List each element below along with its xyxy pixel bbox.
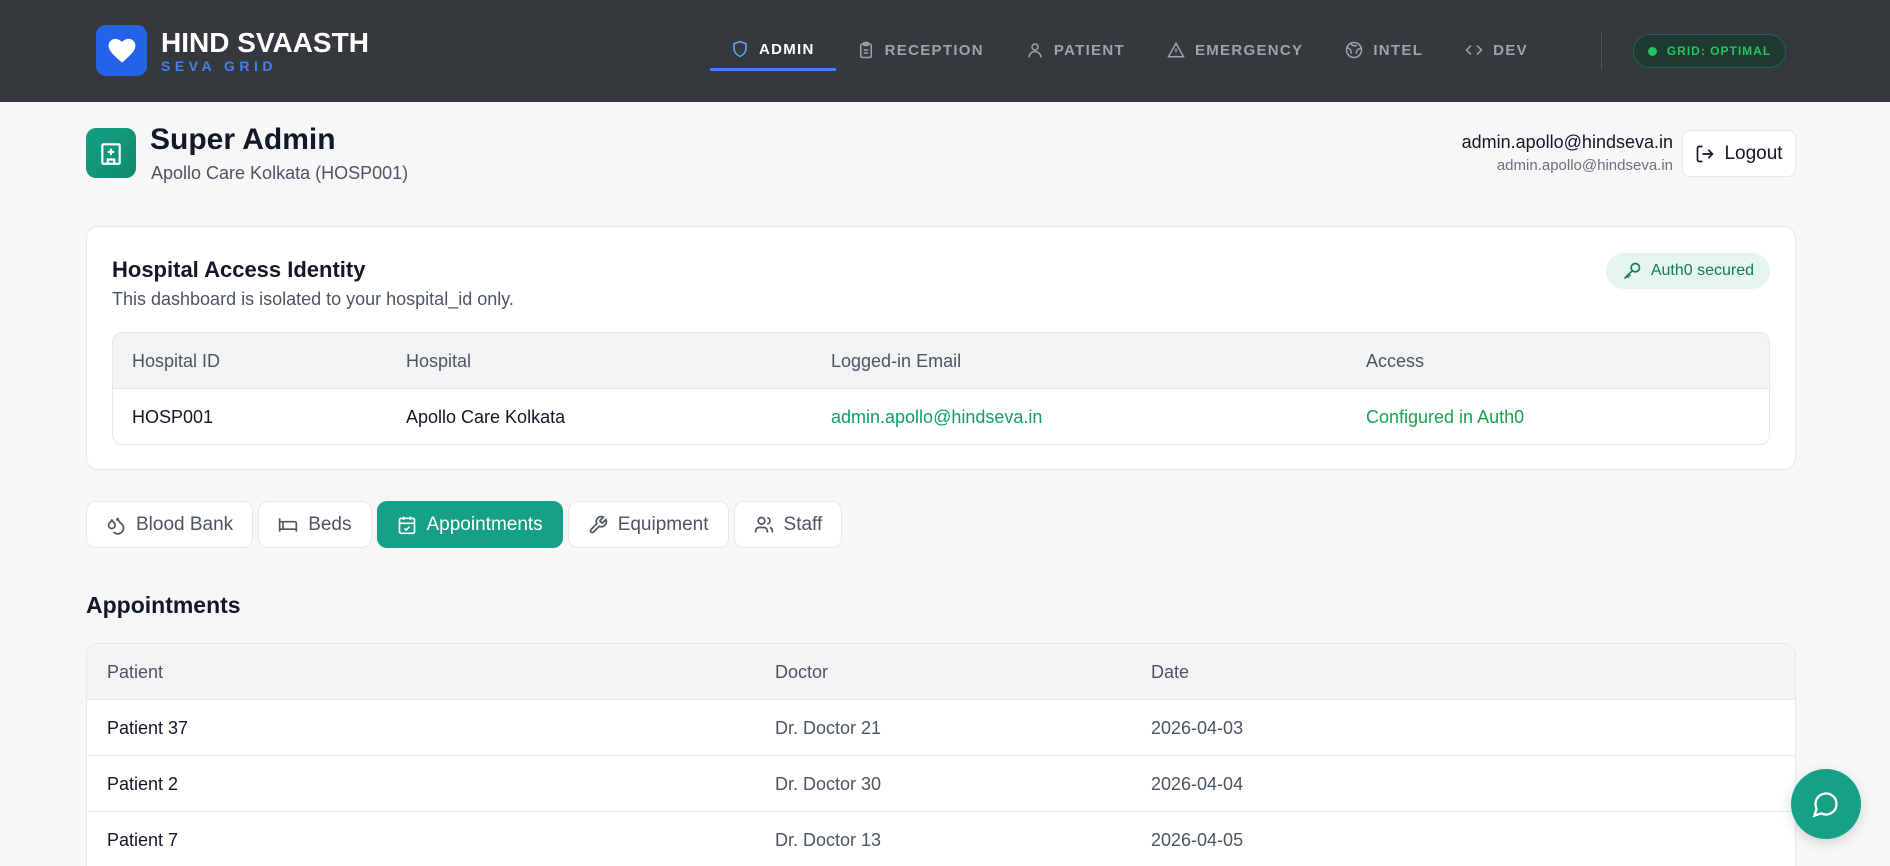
alert-triangle-icon [1167, 41, 1185, 58]
column-header: Doctor [775, 661, 829, 682]
shield-icon [733, 40, 747, 58]
tab-staff[interactable]: Staff [733, 501, 843, 548]
brand[interactable]: HIND SVAASTH SEVA GRID [96, 25, 369, 76]
table-row[interactable]: Patient 2 Dr. Doctor 30 2026-04-04 [87, 756, 1795, 812]
nav-dev-label: DEV [1493, 41, 1528, 59]
nav-patient-label: PATIENT [1053, 41, 1125, 59]
hospital-icon [86, 128, 136, 178]
nav-reception-label: RECEPTION [884, 41, 984, 59]
auth-badge: Auth0 secured [1605, 253, 1770, 289]
grid-status-label: GRID: OPTIMAL [1666, 44, 1772, 58]
column-header: Hospital ID [132, 350, 221, 371]
droplet-icon [107, 517, 125, 535]
nav-patient[interactable]: PATIENT [1005, 30, 1146, 70]
nav-emergency-label: EMERGENCY [1194, 41, 1304, 59]
tab-staff-label: Staff [783, 513, 823, 535]
hospital-identity-card: Hospital Access Identity This dashboard … [86, 226, 1796, 470]
tab-beds-label: Beds [308, 513, 352, 535]
nav-emergency[interactable]: EMERGENCY [1146, 30, 1324, 70]
user-icon [1028, 43, 1042, 58]
nav-dev[interactable]: DEV [1444, 30, 1549, 70]
date-cell: 2026-04-04 [1151, 773, 1244, 794]
globe-icon [1346, 41, 1363, 59]
tab-blood-bank-label: Blood Bank [136, 513, 234, 535]
auth-badge-label: Auth0 secured [1650, 262, 1754, 279]
brand-title: HIND SVAASTH [161, 26, 369, 58]
identity-table-row: HOSP001 Apollo Care Kolkata admin.apollo… [113, 389, 1769, 444]
heart-icon [96, 25, 147, 76]
table-row[interactable]: Patient 7 Dr. Doctor 13 2026-04-05 [87, 812, 1795, 866]
column-header: Logged-in Email [831, 350, 962, 371]
nav-intel[interactable]: INTEL [1324, 30, 1444, 70]
column-header: Patient [107, 661, 164, 682]
tab-equipment-label: Equipment [617, 513, 709, 535]
clipboard-icon [859, 41, 872, 59]
main-nav: ADMIN RECEPTION PATIENT EMERGENCY INTEL … [710, 30, 1549, 72]
identity-table-header: Hospital ID Hospital Logged-in Email Acc… [113, 333, 1769, 389]
access-value: Configured in Auth0 [1366, 406, 1525, 427]
logout-label: Logout [1724, 142, 1783, 164]
section-tabs: Blood Bank Beds Appointments Equipment S… [86, 501, 847, 548]
logout-icon [1697, 145, 1715, 162]
tab-blood-bank[interactable]: Blood Bank [86, 501, 254, 548]
bed-icon [279, 517, 298, 532]
patient-cell: Patient 2 [107, 773, 179, 794]
brand-subtitle: SEVA GRID [161, 57, 277, 74]
section-title: Appointments [86, 592, 241, 618]
status-dot-icon [1647, 46, 1657, 56]
nav-divider [1601, 32, 1602, 70]
column-header: Access [1366, 350, 1425, 371]
tab-beds[interactable]: Beds [258, 501, 372, 548]
tab-appointments-label: Appointments [426, 513, 543, 535]
doctor-cell: Dr. Doctor 30 [775, 773, 882, 794]
date-cell: 2026-04-05 [1151, 829, 1244, 850]
chat-bubble-icon [1812, 792, 1838, 818]
appointments-table-header: Patient Doctor Date [87, 644, 1795, 700]
doctor-cell: Dr. Doctor 13 [775, 829, 882, 850]
hospital-name-value: Apollo Care Kolkata [406, 406, 566, 427]
page-subtitle: Apollo Care Kolkata (HOSP001) [151, 163, 409, 183]
nav-admin-label: ADMIN [759, 40, 815, 58]
code-icon [1465, 44, 1483, 56]
grid-status-badge: GRID: OPTIMAL [1633, 34, 1786, 68]
tab-equipment[interactable]: Equipment [567, 501, 729, 548]
nav-intel-label: INTEL [1373, 41, 1424, 59]
column-header: Date [1151, 661, 1190, 682]
top-navbar: HIND SVAASTH SEVA GRID ADMIN RECEPTION P… [0, 0, 1890, 102]
users-icon [754, 516, 773, 532]
doctor-cell: Dr. Doctor 21 [775, 717, 882, 738]
column-header: Hospital [406, 350, 472, 371]
date-cell: 2026-04-03 [1151, 717, 1244, 738]
tab-appointments[interactable]: Appointments [376, 501, 563, 548]
nav-admin[interactable]: ADMIN [710, 30, 836, 71]
page-title: Super Admin [150, 123, 336, 156]
user-email-secondary: admin.apollo@hindseva.in [1496, 157, 1673, 174]
user-email: admin.apollo@hindseva.in [1461, 132, 1673, 152]
wrench-icon [589, 515, 607, 533]
logged-in-email-value: admin.apollo@hindseva.in [831, 406, 1043, 427]
key-icon [1623, 262, 1641, 280]
identity-title: Hospital Access Identity [112, 257, 366, 282]
appointments-table: Patient Doctor Date Patient 37 Dr. Docto… [86, 643, 1796, 866]
chat-button[interactable] [1791, 769, 1861, 839]
patient-cell: Patient 37 [107, 717, 189, 738]
identity-subtitle: This dashboard is isolated to your hospi… [112, 289, 514, 309]
patient-cell: Patient 7 [107, 829, 179, 850]
logout-button[interactable]: Logout [1682, 130, 1796, 177]
identity-table: Hospital ID Hospital Logged-in Email Acc… [112, 332, 1770, 445]
hospital-id-value: HOSP001 [132, 406, 214, 427]
table-row[interactable]: Patient 37 Dr. Doctor 21 2026-04-03 [87, 700, 1795, 756]
nav-reception[interactable]: RECEPTION [836, 30, 1005, 70]
calendar-check-icon [398, 516, 415, 534]
